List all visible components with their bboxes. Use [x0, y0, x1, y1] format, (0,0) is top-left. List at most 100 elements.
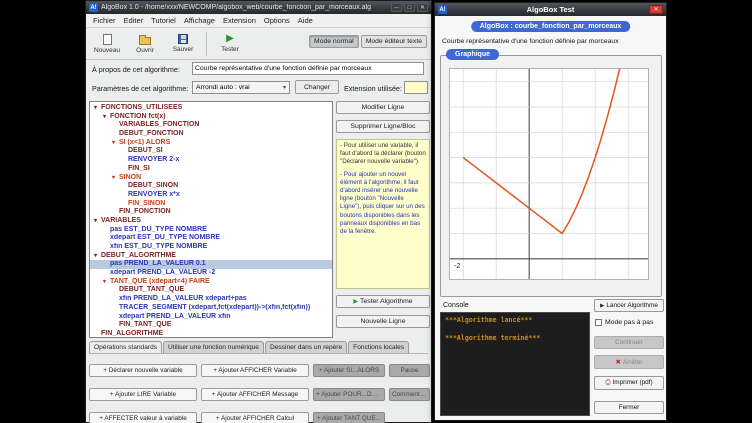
tree-line[interactable]: DEBUT_SI	[90, 147, 332, 156]
tree-expand-icon[interactable]: ▾	[112, 139, 119, 148]
tree-line[interactable]: FIN_SI	[90, 165, 332, 174]
tree-line[interactable]: xdepart PREND_LA_VALEUR xfin	[90, 313, 332, 322]
close-icon[interactable]: ✕	[417, 3, 428, 12]
checkbox-icon[interactable]	[595, 319, 602, 326]
about-input[interactable]	[192, 62, 424, 75]
tree-line-text: TRACER_SEGMENT (xdepart,fct(xdepart))->(…	[119, 304, 310, 311]
tree-line[interactable]: ▾FONCTION fct(x)	[90, 113, 332, 122]
imprimer-pdf-button[interactable]: ⎙Imprimer (pdf)	[594, 376, 664, 390]
mode-editeur-texte-button[interactable]: Mode éditeur texte	[361, 35, 427, 48]
menu-aide[interactable]: Aide	[294, 15, 317, 26]
tree-line[interactable]: RENVOYER 2-x	[90, 156, 332, 165]
tree-line[interactable]: TRACER_SEGMENT (xdepart,fct(xdepart))->(…	[90, 304, 332, 313]
tree-line[interactable]: ▾VARIABLES	[90, 217, 332, 226]
tab-utiliser-une-fonction-num-rique[interactable]: Utiliser une fonction numérique	[163, 341, 264, 353]
tree-line[interactable]: ▾SI (x<1) ALORS	[90, 139, 332, 148]
main-titlebar[interactable]: A! AlgoBox 1.0 - /home/xxx/NEWCOMP/algob…	[86, 1, 431, 14]
tree-line[interactable]: FIN_TANT_QUE	[90, 321, 332, 330]
tree-line[interactable]: ▾TANT_QUE (xdepart<4) FAIRE	[90, 278, 332, 287]
test-window-controls: ✕	[649, 5, 663, 14]
desktop: A! AlgoBox 1.0 - /home/xxx/NEWCOMP/algob…	[0, 0, 752, 423]
algobox-app-icon: A!	[438, 5, 447, 14]
op-button[interactable]: + AFFECTER valeur à variable	[89, 412, 197, 423]
op-button: Pause	[389, 364, 430, 377]
tree-line[interactable]: xdepart EST_DU_TYPE NOMBRE	[90, 234, 332, 243]
nouvelle-ligne-button[interactable]: Nouvelle Ligne	[336, 315, 430, 328]
tree-expand-icon[interactable]: ▾	[103, 113, 110, 122]
tree-line[interactable]: ▾SINON	[90, 174, 332, 183]
lancer-algorithme-button[interactable]: ▶Lancer Algorithme	[594, 299, 664, 312]
tree-line[interactable]: DEBUT_SINON	[90, 182, 332, 191]
tester-algorithme-button[interactable]: ▶Tester Algorithme	[336, 295, 430, 308]
tree-line[interactable]: FIN_SINON	[90, 200, 332, 209]
op-button[interactable]: + Ajouter AFFICHER Message	[201, 388, 309, 401]
tree-expand-icon[interactable]: ▾	[103, 278, 110, 287]
menu-affichage[interactable]: Affichage	[180, 15, 219, 26]
minimize-icon[interactable]: ─	[391, 3, 402, 12]
mode-normal-button[interactable]: Mode normal	[309, 35, 359, 48]
tree-line[interactable]: pas PREND_LA_VALEUR 0.1	[90, 260, 332, 269]
tree-expand-icon[interactable]: ▾	[94, 104, 101, 113]
menu-extension[interactable]: Extension	[219, 15, 260, 26]
operations-cell: + Ajouter TANT QUE...	[313, 407, 385, 423]
tab-op-rations-standards[interactable]: Opérations standards	[89, 341, 162, 353]
panel-tabs: Opérations standardsUtiliser une fonctio…	[89, 339, 428, 353]
nouveau-button[interactable]: Nouveau	[90, 29, 124, 58]
tree-line[interactable]: pas EST_DU_TYPE NOMBRE	[90, 226, 332, 235]
menu-fichier[interactable]: Fichier	[89, 15, 120, 26]
modifier-ligne-button[interactable]: Modifier Ligne	[336, 101, 430, 114]
operations-cell: + Ajouter SI...ALORS	[313, 359, 385, 377]
menu-editer[interactable]: Editer	[120, 15, 148, 26]
algorithm-tree[interactable]: ▾FONCTIONS_UTILISEES▾FONCTION fct(x)VARI…	[89, 101, 333, 338]
continuer-button: Continuer	[594, 336, 664, 349]
console-line: ***Algorithme terminé***	[445, 334, 585, 343]
tree-expand-icon[interactable]: ▾	[112, 174, 119, 183]
new-document-icon	[103, 34, 112, 45]
tree-line[interactable]: xdepart PREND_LA_VALEUR -2	[90, 269, 332, 278]
plot-area[interactable]: -2	[449, 68, 649, 280]
tree-line[interactable]: DEBUT_TANT_QUE	[90, 286, 332, 295]
tree-expand-icon[interactable]: ▾	[94, 217, 101, 226]
op-button[interactable]: + Ajouter AFFICHER Calcul	[201, 412, 309, 423]
tree-line-text: FONCTION fct(x)	[110, 113, 166, 120]
arrondi-selected-value: Arrondi auto : vrai	[196, 84, 250, 91]
tree-line[interactable]: RENVOYER x*x	[90, 191, 332, 200]
op-button[interactable]: + Déclarer nouvelle variable	[89, 364, 197, 377]
operations-row: + Ajouter LIRE Variable + Ajouter AFFICHE…	[89, 383, 428, 401]
tree-line[interactable]: FIN_ALGORITHME	[90, 330, 332, 338]
test-titlebar[interactable]: A! AlgoBox Test ✕	[435, 3, 666, 16]
tree-expand-icon[interactable]: ▾	[94, 252, 101, 261]
tree-line[interactable]: ▾DEBUT_ALGORITHME	[90, 252, 332, 261]
tester-button[interactable]: ▶ Tester	[213, 29, 247, 58]
operations-cell: + Ajouter LIRE Variable	[89, 383, 197, 401]
close-icon[interactable]: ✕	[649, 5, 663, 14]
maximize-icon[interactable]: □	[404, 3, 415, 12]
graph-panel: Graphique -2	[440, 55, 662, 297]
tab-dessiner-dans-un-rep-re[interactable]: Dessiner dans un repère	[265, 341, 347, 353]
arrondi-select[interactable]: Arrondi auto : vrai ▾	[192, 81, 290, 94]
tree-line[interactable]: xfin EST_DU_TYPE NOMBRE	[90, 243, 332, 252]
op-button: Commentaire	[389, 388, 430, 401]
tree-line[interactable]: DEBUT_FONCTION	[90, 130, 332, 139]
extension-input[interactable]	[404, 81, 428, 94]
tab-fonctions-locales[interactable]: Fonctions locales	[348, 341, 409, 353]
menu-options[interactable]: Options	[260, 15, 294, 26]
tree-line-text: VARIABLES_FONCTION	[119, 121, 199, 128]
op-button[interactable]: + Ajouter LIRE Variable	[89, 388, 197, 401]
fermer-button[interactable]: Fermer	[594, 401, 664, 414]
sauver-button[interactable]: Sauver	[166, 29, 200, 58]
tree-line[interactable]: VARIABLES_FONCTION	[90, 121, 332, 130]
operations-row: + Déclarer nouvelle variable + Ajouter AF…	[89, 359, 428, 377]
mode-pas-a-pas-option[interactable]: Mode pas à pas	[595, 319, 653, 326]
save-disk-icon	[178, 34, 188, 44]
op-button[interactable]: + Ajouter AFFICHER Variable	[201, 364, 309, 377]
changer-button[interactable]: Changer	[295, 80, 339, 94]
menu-tutoriel[interactable]: Tutoriel	[147, 15, 180, 26]
tree-line-text: FIN_FONCTION	[119, 208, 171, 215]
supprimer-ligne-bloc-button[interactable]: Supprimer Ligne/Bloc	[336, 120, 430, 133]
ouvrir-button[interactable]: Ouvrir	[128, 29, 162, 58]
tree-line[interactable]: FIN_FONCTION	[90, 208, 332, 217]
tree-line-text: xdepart PREND_LA_VALEUR -2	[110, 269, 215, 276]
tree-line[interactable]: ▾FONCTIONS_UTILISEES	[90, 104, 332, 113]
tree-line[interactable]: xfin PREND_LA_VALEUR xdepart+pas	[90, 295, 332, 304]
